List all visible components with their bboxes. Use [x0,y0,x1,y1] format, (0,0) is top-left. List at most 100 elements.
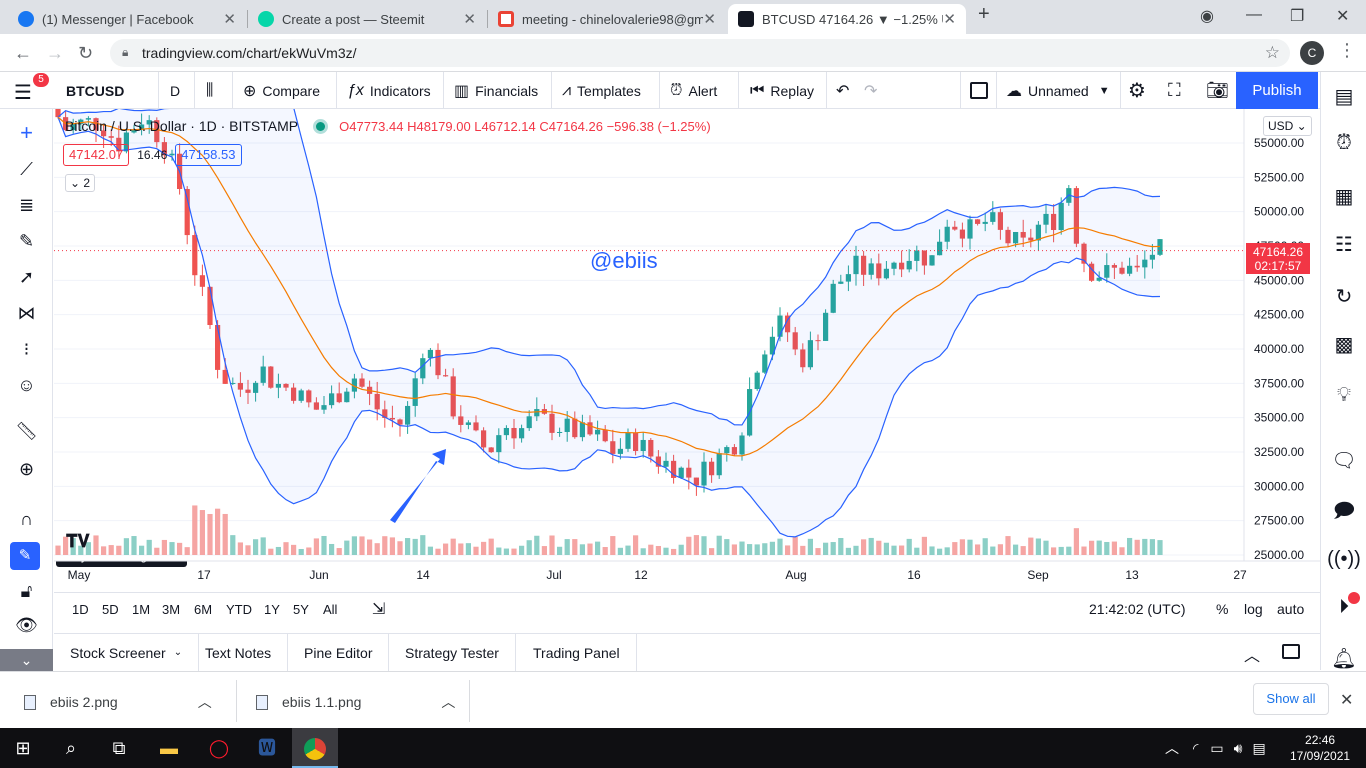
alarm-icon[interactable]: ⏰︎ [1321,132,1366,155]
alert-button[interactable]: ⏰︎ Alert [670,72,717,109]
range-5d[interactable]: 5D [102,602,119,617]
windows-start-icon[interactable]: ⊞ [0,728,46,768]
main-menu-icon[interactable]: ☰ [14,80,32,105]
settings-icon[interactable]: ⚙︎ [1128,72,1146,109]
close-window-icon[interactable]: ✕ [1336,6,1349,26]
download-item[interactable]: ebiis 1.1.png ︿ [256,692,455,712]
restore-icon[interactable]: ❐ [1290,6,1304,26]
close-tab-icon[interactable]: ✕ [223,10,236,28]
pattern-icon[interactable]: ⋈ [0,303,53,324]
ideas-icon[interactable]: 💡︎ [1321,384,1366,407]
browser-tab-messenger[interactable]: (1) Messenger | Facebook ✕ [8,4,246,34]
download-item[interactable]: ebiis 2.png ︿ [24,692,212,712]
financials-button[interactable]: ▥ Financials [454,72,538,109]
currency-selector[interactable]: USD ⌄ [1263,116,1312,136]
wifi-icon[interactable]: ◜ [1193,740,1198,757]
fib-retracement-icon[interactable]: ≣ [0,195,53,216]
profile-avatar[interactable]: C [1300,41,1324,65]
chevron-down-icon[interactable]: ⌄ [0,649,53,671]
range-1y[interactable]: 1Y [264,602,280,617]
tab-search-icon[interactable]: ◉ [1200,6,1214,26]
tab-pine-editor[interactable]: Pine Editor [288,634,390,671]
log-toggle[interactable]: log [1244,601,1263,617]
task-view-icon[interactable]: ⧉ [96,728,142,768]
brush-icon[interactable]: ✎ [0,231,53,252]
tab-strategy-tester[interactable]: Strategy Tester [389,634,516,671]
data-window-icon[interactable]: ▦ [1321,184,1366,209]
browser-tab-tradingview[interactable]: BTCUSD 47164.26 ▼ −1.25% Unn ✕ [728,4,966,34]
range-5y[interactable]: 5Y [293,602,309,617]
clock[interactable]: 22:46 17/09/2021 [1290,732,1350,764]
browser-tab-steemit[interactable]: Create a post — Steemit ✕ [248,4,486,34]
prediction-icon[interactable]: ⁝ [0,339,53,360]
word-icon[interactable]: 🆆︎ [244,728,290,768]
maximize-panel-icon[interactable] [1282,644,1300,659]
chats-icon[interactable]: 🗨︎ [1321,448,1366,473]
lock-drawings-icon[interactable]: 🔓︎ [0,581,53,602]
price-chart[interactable]: 55000.0052500.0050000.0047500.0045000.00… [54,109,1320,592]
opera-icon[interactable]: ◯ [196,728,242,768]
close-downloads-icon[interactable]: ✕ [1340,690,1353,710]
publish-button[interactable]: Publish [1236,72,1318,109]
range-ytd[interactable]: YTD [226,602,252,617]
forward-icon[interactable]: → [46,43,64,64]
chevron-up-icon[interactable]: ︿ [198,692,212,712]
eye-icon[interactable]: 👁︎ [0,615,53,636]
file-explorer-icon[interactable]: ▬ [146,728,192,768]
chrome-icon[interactable] [292,728,338,768]
keyboard-icon[interactable]: ▤ [1252,740,1265,757]
bookmark-star-icon[interactable]: ☆ [1265,43,1280,63]
tab-stock-screener[interactable]: Stock Screener ⌄ [54,634,200,671]
range-6m[interactable]: 6M [194,602,212,617]
camera-icon[interactable]: 📷︎ [1206,72,1229,109]
lock-icon[interactable]: 🔒︎ [122,45,128,60]
templates-button[interactable]: ⩘ Templates [562,72,641,109]
compare-button[interactable]: ⊕ Compare [243,72,320,109]
interval-button[interactable]: D [170,72,180,109]
indicators-button[interactable]: ƒx Indicators [347,72,431,109]
crosshair-icon[interactable]: + [0,120,53,146]
sell-price[interactable]: 47142.07 [63,144,130,166]
replay-button[interactable]: ⏮︎ Replay [750,72,814,109]
trend-line-icon[interactable]: ⟋ [0,159,53,180]
tab-trading-panel[interactable]: Trading Panel [517,634,637,671]
browser-tab-gmail[interactable]: meeting - chinelovalerie98@gma ✕ [488,4,726,34]
calendar-icon[interactable]: ▩ [1321,332,1366,357]
auto-toggle[interactable]: auto [1277,601,1304,617]
minimize-icon[interactable]: — [1246,6,1262,24]
chevron-up-icon[interactable]: ︿ [1165,738,1179,758]
url-field[interactable]: 🔒︎ tradingview.com/chart/ekWuVm3z/ ☆ [110,39,1290,67]
streams-icon[interactable]: ((•)) [1321,548,1366,571]
emoji-icon[interactable]: ☺ [0,375,53,396]
battery-icon[interactable]: ▭ [1210,740,1223,757]
arrow-tool-icon[interactable]: ➚ [0,267,53,288]
percent-toggle[interactable]: % [1216,601,1228,617]
layout-button[interactable] [970,72,994,109]
magnet-icon[interactable]: ∩ [0,509,53,530]
range-1d[interactable]: 1D [72,602,89,617]
close-tab-icon[interactable]: ✕ [943,10,956,28]
hotlist-icon[interactable]: ☷ [1321,232,1366,257]
zoom-in-icon[interactable]: ⊕ [0,459,53,480]
pencil-lock-icon[interactable]: ✎ [10,542,40,570]
chart-type-button[interactable]: ⫼ [206,72,219,109]
watchlist-icon[interactable]: ▤ [1321,84,1366,109]
layout-name-menu[interactable]: ☁︎ Unnamed ▼ [1006,72,1110,109]
undo-button[interactable]: ↶ [836,72,855,109]
tab-text-notes[interactable]: Text Notes [189,634,289,671]
reload-icon[interactable]: ↻ [78,43,93,64]
symbol-search[interactable]: BTCUSD [66,72,124,109]
calendar-history-icon[interactable]: ↻ [1321,284,1366,309]
search-icon[interactable]: ⌕ [48,728,94,768]
chevron-up-icon[interactable]: ︿ [1244,642,1260,666]
ruler-icon[interactable]: 📏︎ [0,421,53,442]
show-all-button[interactable]: Show all [1253,683,1329,715]
messages-icon[interactable]: 🗩︎ [1321,496,1366,530]
range-3m[interactable]: 3M [162,602,180,617]
range-1m[interactable]: 1M [132,602,150,617]
new-tab-button[interactable]: + [978,3,990,26]
volume-icon[interactable]: 🔊︎ [1234,740,1243,757]
fullscreen-icon[interactable]: ⛶ [1168,72,1181,109]
utc-clock[interactable]: 21:42:02 (UTC) [1089,601,1185,617]
redo-button[interactable]: ↷ [864,72,883,109]
